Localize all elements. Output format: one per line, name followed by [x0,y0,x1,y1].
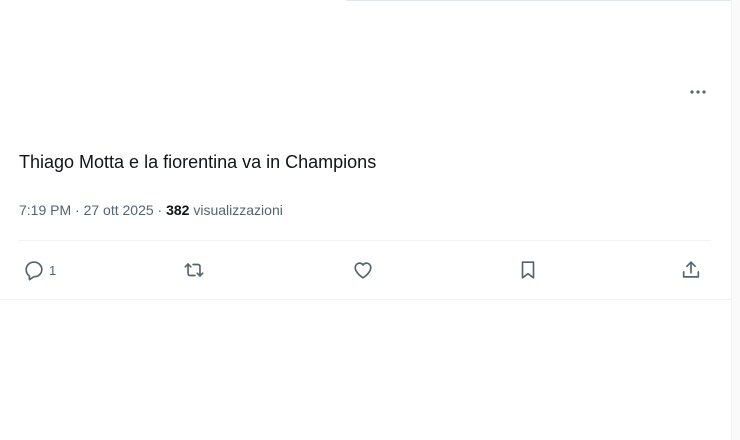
tweet-text: Thiago Motta e la fiorentina va in Champ… [19,152,377,172]
retweet-button[interactable] [183,256,205,284]
reply-count: 1 [49,262,57,278]
more-icon [688,82,708,107]
right-gutter [732,0,740,440]
meta-separator: · [157,202,163,218]
date-value: 27 ott 2025 [83,202,154,218]
time-value: 7:19 PM [19,202,72,218]
share-icon [680,259,702,281]
meta-divider [19,240,711,241]
bottom-divider [0,299,731,300]
reply-icon [23,259,45,281]
heart-icon [352,259,374,281]
bookmark-icon [517,259,539,281]
tweet-meta: 7:19 PM · 27 ott 2025 · 382 visualizzazi… [19,200,283,220]
share-button[interactable] [680,256,702,284]
reply-button[interactable]: 1 [23,256,56,284]
bookmark-button[interactable] [517,256,539,284]
action-bar: 1 [19,252,711,288]
meta-separator: · [75,202,80,218]
more-options-button[interactable] [682,80,714,108]
tweet-detail-page: Thiago Motta e la fiorentina va in Champ… [0,0,740,440]
retweet-icon [183,259,205,281]
like-button[interactable] [352,256,374,284]
views-count: 382 [166,202,190,218]
views-label: visualizzazioni [193,202,283,218]
tweet-time[interactable]: 7:19 PM · 27 ott 2025 [19,202,154,218]
top-divider [346,0,732,1]
